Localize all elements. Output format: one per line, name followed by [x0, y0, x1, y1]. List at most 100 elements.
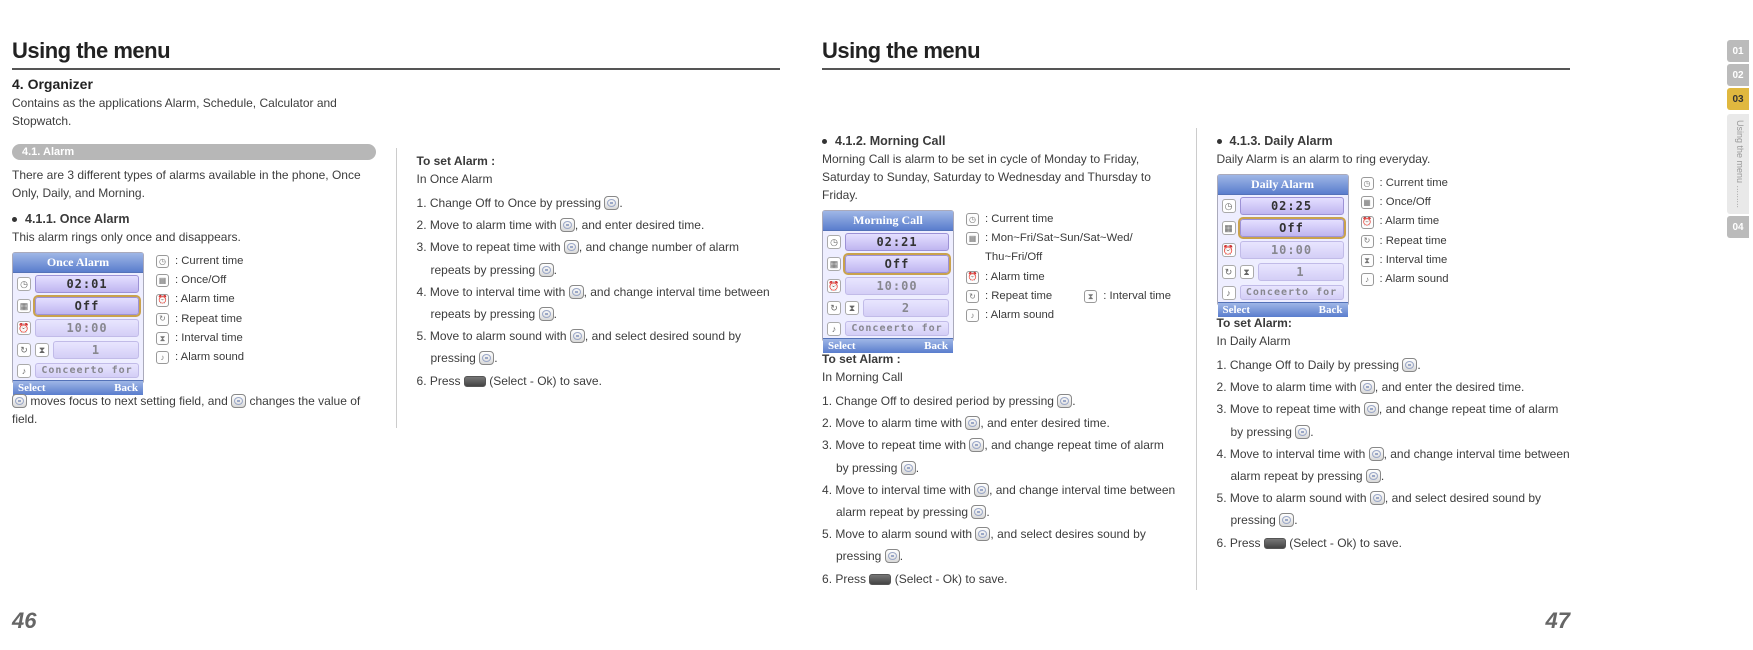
edge-tabs: 01 02 03 Using the menu ......... 04 — [1727, 40, 1749, 238]
calendar-icon: ▦ — [966, 232, 979, 245]
alarm-icon: ⏰ — [827, 279, 841, 293]
step-item: Change Off to Daily by pressing . — [1217, 354, 1571, 376]
nav-key-icon — [1279, 513, 1294, 527]
legend-label: : Current time — [175, 252, 243, 271]
legend-label: : Alarm sound — [985, 306, 1054, 325]
daily-desc: Daily Alarm is an alarm to ring everyday… — [1217, 150, 1571, 168]
phone-repeat: 10:00 — [1240, 241, 1344, 259]
daily-steps: Change Off to Daily by pressing .Move to… — [1217, 354, 1571, 554]
nav-key-icon — [479, 351, 494, 365]
alarm-icon: ⏰ — [1222, 243, 1236, 257]
section-intro: Contains as the applications Alarm, Sche… — [12, 94, 372, 130]
legend-once: ◷ : Current time ▦ : Once/Off ⏰ : Alarm tim… — [156, 252, 244, 384]
morning-steps: Change Off to desired period by pressing… — [822, 390, 1176, 590]
nav-note-a: moves focus to next setting field, and — [27, 394, 231, 408]
repeat-icon: ↻ — [827, 301, 841, 315]
bullet-icon — [822, 139, 827, 144]
phone-title: Once Alarm — [13, 253, 143, 273]
calendar-icon: ▦ — [156, 274, 169, 287]
morning-heading-label: 4.1.2. Morning Call — [835, 134, 945, 148]
page-47: Using the menu 4.1.2. Morning Call Morni… — [810, 0, 1600, 650]
clock-icon: ◷ — [1361, 177, 1374, 190]
nav-key-icon — [560, 218, 575, 232]
daily-heading-label: 4.1.3. Daily Alarm — [1230, 134, 1333, 148]
sound-icon: ♪ — [1222, 286, 1236, 300]
alarm-icon: ⏰ — [966, 271, 979, 284]
once-heading-label: 4.1.1. Once Alarm — [25, 212, 129, 226]
nav-key-icon — [1369, 447, 1384, 461]
step-item: Move to alarm time with , and enter desi… — [417, 214, 781, 236]
step-item: Move to interval time with , and change … — [1217, 443, 1571, 487]
softkey-select: Select — [828, 340, 855, 352]
legend-label: : Alarm sound — [1380, 270, 1449, 289]
sound-icon: ♪ — [966, 309, 979, 322]
tab-03[interactable]: 03 — [1727, 88, 1749, 110]
bullet-icon — [1217, 139, 1222, 144]
set-alarm-sub: In Once Alarm — [417, 170, 781, 188]
set-alarm-heading: To set Alarm : — [822, 352, 1176, 366]
step-item: Press (Select - Ok) to save. — [822, 568, 1176, 590]
morning-desc: Morning Call is alarm to be set in cycle… — [822, 150, 1176, 204]
phone-title: Daily Alarm — [1218, 175, 1348, 195]
step-item: Move to alarm time with , and enter the … — [1217, 376, 1571, 398]
alarm-icon: ⏰ — [156, 294, 169, 307]
set-alarm-heading: To set Alarm: — [1217, 316, 1571, 330]
subsection-badge: 4.1. Alarm — [12, 144, 376, 160]
bullet-icon — [12, 217, 17, 222]
tab-current-label: Using the menu ......... — [1727, 114, 1749, 214]
right-column: To set Alarm : In Once Alarm Change Off … — [417, 144, 781, 428]
legend-label: : Repeat time — [1380, 232, 1447, 251]
legend-label: : Mon~Fri/Sat~Sun/Sat~Wed/ — [985, 229, 1133, 248]
phone-time: 02:25 — [1240, 197, 1344, 215]
nav-key-icon — [604, 196, 619, 210]
step-item: Move to interval time with , and change … — [417, 281, 781, 325]
step-item: Move to repeat time with , and change re… — [1217, 398, 1571, 442]
clock-icon: ◷ — [1222, 199, 1236, 213]
step-item: Change Off to desired period by pressing… — [822, 390, 1176, 412]
soft-key-icon — [869, 574, 891, 585]
softkey-back: Back — [924, 340, 948, 352]
legend-label: : Alarm sound — [175, 348, 244, 367]
nav-key-icon — [564, 240, 579, 254]
sound-icon: ♪ — [1361, 273, 1374, 286]
interval-icon: ⧗ — [156, 332, 169, 345]
once-alarm-heading: 4.1.1. Once Alarm — [12, 212, 376, 226]
alarm-intro: There are 3 different types of alarms av… — [12, 166, 376, 202]
tab-02[interactable]: 02 — [1727, 64, 1749, 86]
step-item: Move to alarm sound with , and select de… — [822, 523, 1176, 567]
nav-key-icon — [539, 263, 554, 277]
phone-state: Off — [1240, 219, 1344, 237]
legend-label: : Current time — [1380, 174, 1448, 193]
soft-key-icon — [1264, 538, 1286, 549]
phone-state: Off — [845, 255, 949, 273]
daily-heading: 4.1.3. Daily Alarm — [1217, 134, 1571, 148]
page-title: Using the menu — [822, 38, 1570, 70]
legend-label: : Once/Off — [175, 271, 226, 290]
clock-icon: ◷ — [827, 235, 841, 249]
phone-time: 02:01 — [35, 275, 139, 293]
legend-daily: ◷: Current time ▦: Once/Off ⏰: Alarm tim… — [1361, 174, 1449, 306]
tab-01[interactable]: 01 — [1727, 40, 1749, 62]
step-item: Move to alarm sound with , and select de… — [1217, 487, 1571, 531]
legend-label: : Current time — [985, 210, 1053, 229]
column-divider — [1196, 128, 1197, 590]
nav-key-icon — [1364, 402, 1379, 416]
page-number: 47 — [1546, 608, 1570, 634]
nav-key-icon — [1360, 380, 1375, 394]
alarm-icon: ⏰ — [17, 321, 31, 335]
legend-label: : Repeat time — [985, 287, 1052, 306]
tab-04[interactable]: 04 — [1727, 216, 1749, 238]
clock-icon: ◷ — [156, 255, 169, 268]
phone-interval: 1 — [1258, 263, 1344, 281]
phone-time: 02:21 — [845, 233, 949, 251]
once-steps: Change Off to Once by pressing .Move to … — [417, 192, 781, 392]
clock-icon: ◷ — [17, 277, 31, 291]
legend-label: : Interval time — [1380, 251, 1448, 270]
step-item: Move to interval time with , and change … — [822, 479, 1176, 523]
legend-label: : Alarm time — [175, 290, 235, 309]
repeat-icon: ↻ — [1361, 235, 1374, 248]
sound-icon: ♪ — [827, 322, 841, 336]
legend-label: Thu~Fri/Off — [985, 248, 1042, 267]
softkey-back: Back — [1319, 304, 1343, 316]
nav-key-icon — [12, 394, 27, 408]
